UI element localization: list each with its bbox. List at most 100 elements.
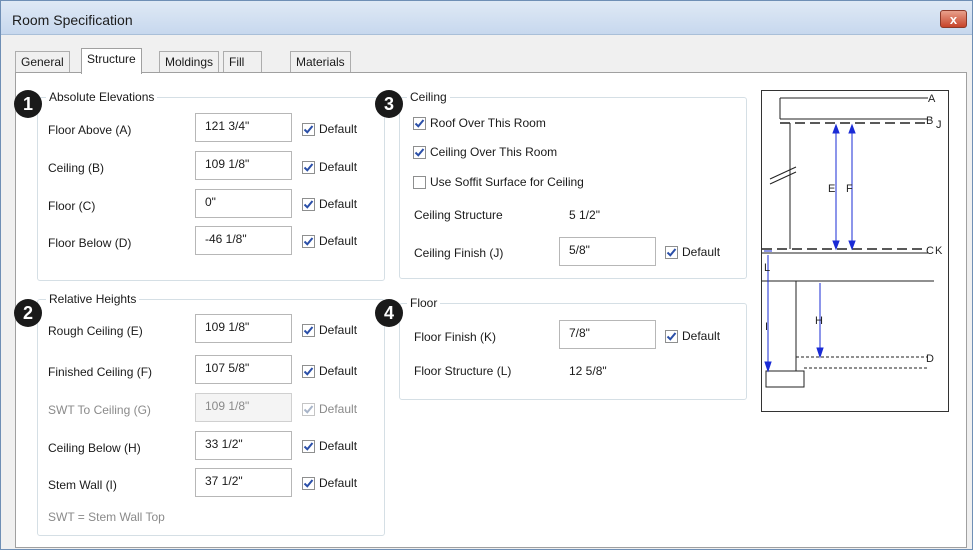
arrow-h-bottom — [816, 347, 824, 359]
tab-structure[interactable]: Structure — [81, 48, 142, 74]
checkbox-checked-icon — [302, 122, 315, 136]
marker-2: 2 — [14, 299, 42, 327]
ceiling-below-input[interactable]: 33 1/2" — [195, 431, 292, 460]
tab-materials[interactable]: Materials — [290, 51, 351, 73]
floor-finish-label: Floor Finish (K) — [414, 330, 497, 344]
break-mark-1 — [769, 166, 797, 180]
ceiling-below-default-checkbox[interactable]: Default — [302, 438, 357, 454]
stem-wall-default-checkbox[interactable]: Default — [302, 475, 357, 491]
stem-wall-label: Stem Wall (I) — [48, 478, 117, 492]
default-label: Default — [319, 323, 358, 337]
diagram-label-a: A — [928, 93, 936, 105]
ceiling-input[interactable]: 109 1/8" — [195, 151, 292, 180]
default-label: Default — [319, 439, 358, 453]
default-label: Default — [682, 245, 721, 259]
arrow-i-bottom — [764, 361, 772, 373]
close-button[interactable]: x — [940, 10, 967, 28]
arrow-e-bottom — [832, 240, 840, 251]
checkbox-checked-icon — [302, 323, 315, 337]
marker-1: 1 — [14, 90, 42, 118]
ceiling-default-checkbox[interactable]: Default — [302, 159, 357, 175]
arrow-f-bottom — [848, 240, 856, 251]
structure-diagram: A B J C K D E F H I L — [761, 90, 949, 412]
soffit-checkbox[interactable]: Use Soffit Surface for Ceiling — [413, 174, 584, 190]
default-label: Default — [319, 402, 358, 416]
floor-default-checkbox[interactable]: Default — [302, 196, 357, 212]
rough-ceiling-input[interactable]: 109 1/8" — [195, 314, 292, 343]
tab-fill-style[interactable]: Fill Style — [223, 51, 262, 89]
footing — [765, 370, 805, 388]
default-label: Default — [319, 364, 358, 378]
swt-to-ceiling-label: SWT To Ceiling (G) — [48, 403, 151, 417]
ceiling-over-checkbox[interactable]: Ceiling Over This Room — [413, 144, 557, 160]
rough-ceiling-label: Rough Ceiling (E) — [48, 324, 143, 338]
checkbox-checked-icon — [302, 476, 315, 490]
default-label: Default — [319, 197, 358, 211]
structure-section-drawing: A B J C K D E F H I L — [762, 93, 943, 388]
floor-structure-label: Floor Structure (L) — [414, 364, 512, 378]
checkbox-checked-icon — [302, 234, 315, 248]
floor-structure-value: 12 5/8" — [569, 364, 607, 378]
close-icon: x — [949, 11, 958, 27]
ceiling-title: Ceiling — [407, 90, 450, 104]
ceiling-label: Ceiling (B) — [48, 161, 105, 175]
room-specification-dialog: Room Specification x General Structure M… — [0, 0, 973, 550]
tab-moldings[interactable]: Moldings — [159, 51, 220, 73]
diagram-label-k: K — [935, 245, 943, 257]
swt-to-ceiling-input: 109 1/8" — [195, 393, 292, 422]
stem-wall-input[interactable]: 37 1/2" — [195, 468, 292, 497]
ceiling-finish-label: Ceiling Finish (J) — [414, 246, 504, 260]
diagram-label-f: F — [846, 183, 853, 195]
ceiling-finish-default-checkbox[interactable]: Default — [665, 244, 720, 260]
tab-general[interactable]: General — [15, 51, 70, 73]
floor-below-input[interactable]: -46 1/8" — [195, 226, 292, 255]
finished-ceiling-default-checkbox[interactable]: Default — [302, 363, 357, 379]
default-label: Default — [319, 234, 358, 248]
floor-group — [399, 303, 747, 400]
checkbox-checked-icon — [413, 145, 426, 159]
relative-heights-title: Relative Heights — [46, 292, 140, 306]
checkbox-checked-icon — [302, 197, 315, 211]
finished-ceiling-input[interactable]: 107 5/8" — [195, 355, 292, 384]
arrow-e-top — [832, 123, 840, 134]
marker-3: 3 — [375, 90, 403, 118]
diagram-label-e: E — [828, 183, 835, 195]
roof-over-checkbox[interactable]: Roof Over This Room — [413, 115, 546, 131]
swt-to-ceiling-default-checkbox: Default — [302, 401, 357, 417]
checkbox-checked-icon — [665, 329, 678, 343]
checkbox-checked-icon — [302, 364, 315, 378]
rough-ceiling-default-checkbox[interactable]: Default — [302, 322, 357, 338]
default-label: Default — [319, 122, 358, 136]
title-bar: Room Specification x — [1, 1, 972, 35]
diagram-label-b: B — [926, 115, 933, 127]
checkbox-checked-icon — [302, 402, 315, 416]
diagram-label-i: I — [765, 321, 768, 333]
ceiling-below-label: Ceiling Below (H) — [48, 441, 141, 455]
ceiling-structure-value: 5 1/2" — [569, 208, 600, 222]
marker-4: 4 — [375, 299, 403, 327]
floor-input[interactable]: 0" — [195, 189, 292, 218]
swt-note: SWT = Stem Wall Top — [48, 510, 165, 524]
floor-above-label: Floor Above (A) — [48, 123, 132, 137]
floor-above-default-checkbox[interactable]: Default — [302, 121, 357, 137]
default-label: Default — [319, 160, 358, 174]
checkbox-unchecked-icon — [413, 175, 426, 189]
floor-above-input[interactable]: 121 3/4" — [195, 113, 292, 142]
ceiling-structure-label: Ceiling Structure — [414, 208, 503, 222]
diagram-label-c: C — [926, 245, 934, 257]
ceiling-finish-input[interactable]: 5/8" — [559, 237, 656, 266]
default-label: Default — [319, 476, 358, 490]
floor-finish-default-checkbox[interactable]: Default — [665, 328, 720, 344]
diagram-label-l: L — [764, 262, 770, 274]
checkbox-checked-icon — [413, 116, 426, 130]
floor-title: Floor — [407, 296, 441, 310]
floor-below-label: Floor Below (D) — [48, 236, 132, 250]
soffit-label: Use Soffit Surface for Ceiling — [430, 175, 584, 189]
diagram-label-j: J — [936, 119, 942, 131]
floor-finish-input[interactable]: 7/8" — [559, 320, 656, 349]
floor-below-default-checkbox[interactable]: Default — [302, 233, 357, 249]
roof-over-label: Roof Over This Room — [430, 116, 546, 130]
diagram-label-h: H — [815, 315, 823, 327]
diagram-label-d: D — [926, 353, 934, 365]
absolute-elevations-title: Absolute Elevations — [46, 90, 158, 104]
